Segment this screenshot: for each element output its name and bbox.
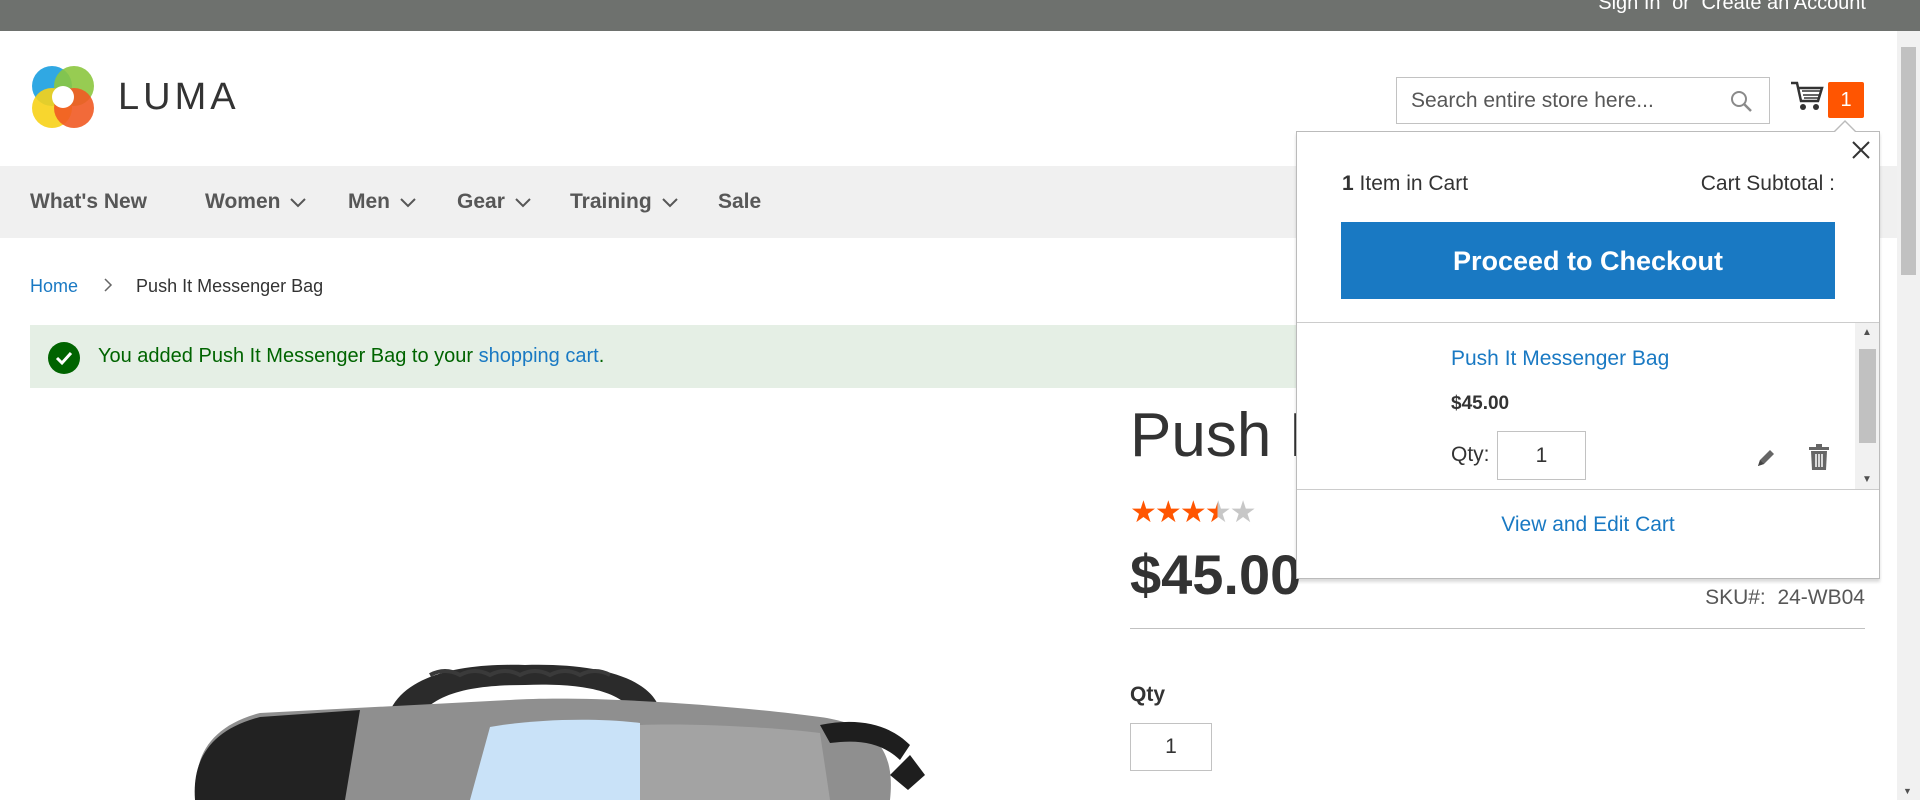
chevron-down-icon xyxy=(400,190,416,214)
success-message: You added Push It Messenger Bag to your … xyxy=(30,325,1430,388)
message-text-after: . xyxy=(598,345,605,367)
minicart-scrollbar-thumb[interactable] xyxy=(1859,349,1876,443)
sku-value: 24-WB04 xyxy=(1777,586,1865,609)
logo-text[interactable]: LUMA xyxy=(118,76,240,119)
create-account-link[interactable]: Create an Account xyxy=(1701,0,1866,14)
item-count-number: 1 xyxy=(1342,172,1354,195)
scroll-down-icon[interactable]: ▼ xyxy=(1903,786,1912,796)
search-icon[interactable] xyxy=(1729,89,1753,118)
item-count-label: Item in Cart xyxy=(1359,172,1469,195)
success-message-text: You added Push It Messenger Bag to your … xyxy=(98,345,604,368)
close-icon[interactable] xyxy=(1847,136,1875,164)
cart-subtotal-label: Cart Subtotal : xyxy=(1700,172,1835,195)
shopping-cart-link[interactable]: shopping cart xyxy=(479,345,599,367)
minicart-item-name-link[interactable]: Push It Messenger Bag xyxy=(1451,347,1669,371)
cart-count-badge[interactable]: 1 xyxy=(1828,82,1864,118)
scroll-up-icon[interactable]: ▲ xyxy=(1862,327,1872,338)
search-input[interactable] xyxy=(1409,78,1733,124)
minicart-item-price: $45.00 xyxy=(1451,393,1510,414)
star-half-icon: ★ xyxy=(1204,496,1232,529)
scroll-down-icon[interactable]: ▼ xyxy=(1862,474,1872,485)
top-bar: Sign In or Create an Account xyxy=(0,0,1920,31)
divider xyxy=(1130,628,1865,629)
breadcrumb-home-link[interactable]: Home xyxy=(30,276,78,296)
sku-label: SKU#: xyxy=(1705,586,1766,609)
header-links: Sign In or Create an Account xyxy=(1592,0,1866,15)
breadcrumb-current: Push It Messenger Bag xyxy=(136,276,324,296)
pencil-icon[interactable] xyxy=(1755,447,1777,474)
trash-icon[interactable] xyxy=(1807,443,1831,476)
star-filled-icon: ★ xyxy=(1179,496,1207,529)
check-circle-icon xyxy=(48,342,80,374)
product-price: $45.00 xyxy=(1130,543,1302,606)
cart-item-count: 1 Item in Cart xyxy=(1342,172,1468,196)
product-sku: SKU#: 24-WB04 xyxy=(1705,586,1865,610)
star-empty-icon: ★ xyxy=(1229,496,1257,529)
chevron-right-icon xyxy=(103,276,113,297)
page-scrollbar[interactable]: ▼ xyxy=(1897,31,1920,800)
product-title: Push I xyxy=(1130,401,1306,470)
nav-label: Gear xyxy=(457,190,505,213)
dropdown-caret-inner xyxy=(1834,122,1856,133)
minicart-dropdown: 1 Item in Cart Cart Subtotal : Proceed t… xyxy=(1296,120,1880,579)
breadcrumb: Home Push It Messenger Bag xyxy=(30,276,323,297)
minicart-scrollbar[interactable]: ▲ ▼ xyxy=(1855,323,1879,489)
message-text-before: You added Push It Messenger Bag to your xyxy=(98,345,479,367)
rating-stars[interactable]: ★★★★★ xyxy=(1130,495,1257,530)
proceed-to-checkout-button[interactable]: Proceed to Checkout xyxy=(1341,222,1835,299)
nav-item-sale[interactable]: Sale xyxy=(718,190,761,214)
scrollbar-thumb[interactable] xyxy=(1901,47,1916,275)
minicart-items-list: Push It Messenger Bag $45.00 Qty: 1 ▲ ▼ xyxy=(1297,322,1879,490)
view-and-edit-cart-link[interactable]: View and Edit Cart xyxy=(1297,513,1879,537)
minicart-qty-label: Qty: xyxy=(1451,443,1490,466)
chevron-down-icon xyxy=(661,190,678,214)
star-filled-icon: ★ xyxy=(1130,496,1157,529)
nav-item-whats-new[interactable]: What's New xyxy=(30,190,147,214)
sign-in-link[interactable]: Sign In xyxy=(1598,0,1660,14)
nav-label: Training xyxy=(570,190,652,213)
luma-logo-icon[interactable] xyxy=(30,64,96,135)
nav-item-training[interactable]: Training xyxy=(570,190,678,214)
nav-item-men[interactable]: Men xyxy=(348,190,416,214)
or-text: or xyxy=(1672,0,1690,14)
nav-label: Women xyxy=(205,190,281,213)
nav-item-gear[interactable]: Gear xyxy=(457,190,531,214)
star-filled-icon: ★ xyxy=(1154,496,1182,529)
chevron-down-icon xyxy=(290,190,307,214)
search-box xyxy=(1396,77,1770,124)
qty-label: Qty xyxy=(1130,683,1166,706)
nav-item-women[interactable]: Women xyxy=(205,190,307,214)
cart-icon[interactable] xyxy=(1790,80,1824,117)
nav-label: What's New xyxy=(30,190,148,213)
product-image[interactable] xyxy=(170,655,950,805)
nav-label: Men xyxy=(348,190,390,213)
chevron-down-icon xyxy=(515,190,531,214)
nav-label: Sale xyxy=(718,190,762,213)
qty-input[interactable]: 1 xyxy=(1130,723,1212,771)
minicart-qty-input[interactable]: 1 xyxy=(1497,431,1586,480)
